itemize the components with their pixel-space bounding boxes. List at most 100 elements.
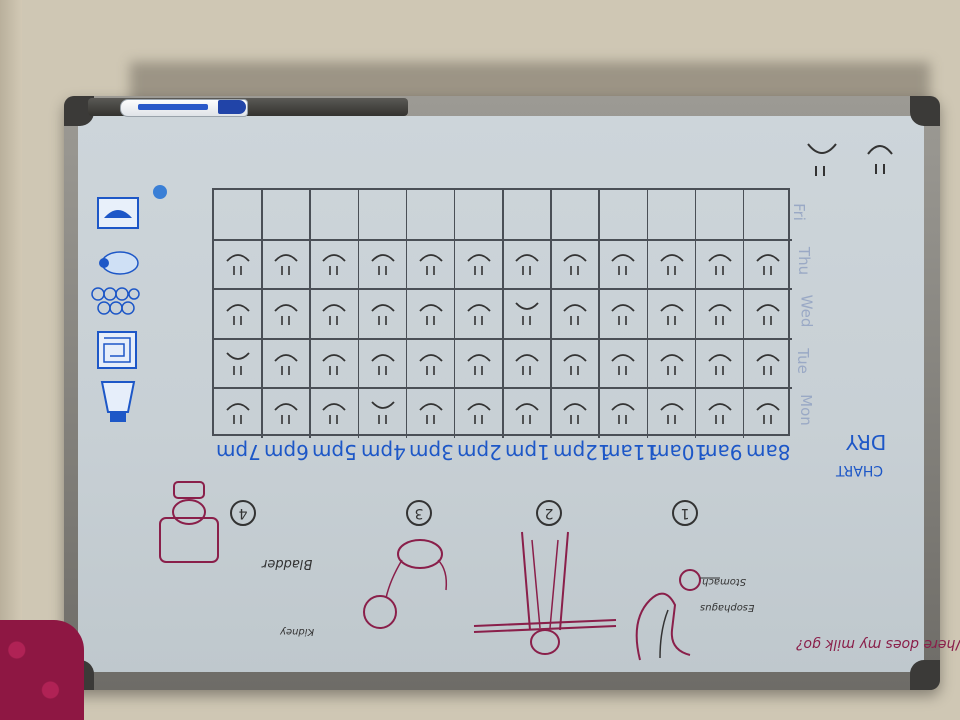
grid-column-line <box>550 190 552 438</box>
chart-cell-smile-face <box>705 301 735 327</box>
chart-cell-smile-face <box>416 400 446 426</box>
chart-cell-smile-face <box>464 301 494 327</box>
chart-cell-smile-face <box>223 301 253 327</box>
grid-row-line <box>214 288 792 291</box>
grid-column-line <box>309 190 311 438</box>
car-sticker-icon <box>97 197 139 229</box>
dry-chart-grid <box>212 188 792 438</box>
chart-cell-smile-face <box>271 251 301 277</box>
stomach-label: Stomach <box>702 576 747 587</box>
chart-cell-smile-face <box>657 400 687 426</box>
chart-cell-frown-face <box>223 351 253 377</box>
hour-label: 5pm <box>312 440 358 464</box>
chart-cell-smile-face <box>512 400 542 426</box>
hour-label: 2pm <box>456 440 502 464</box>
chart-cell-smile-face <box>368 251 398 277</box>
frame-corner <box>910 96 940 126</box>
question-text: Where does my milk go? <box>796 636 960 652</box>
grid-column-line <box>742 190 745 438</box>
chart-cell-smile-face <box>319 251 349 277</box>
day-label: Thu <box>795 247 814 276</box>
chart-cell-smile-face <box>271 400 301 426</box>
kidney-label: Kidney <box>280 626 315 637</box>
pink-cloth <box>0 620 84 720</box>
hour-label: 1pm <box>505 440 550 464</box>
day-label: Mon <box>796 394 815 427</box>
chart-cell-smile-face <box>223 400 253 426</box>
hour-label: 12pm <box>553 440 611 464</box>
marker-cap <box>218 100 246 114</box>
grid-column-line <box>261 190 263 438</box>
chart-cell-smile-face <box>319 301 349 327</box>
chart-cell-smile-face <box>753 251 783 277</box>
chart-cell-frown-face <box>512 301 542 327</box>
chart-cell-smile-face <box>416 301 446 327</box>
chart-cell-smile-face <box>705 251 735 277</box>
chart-cell-smile-face <box>319 400 349 426</box>
chart-cell-smile-face <box>608 251 638 277</box>
chart-cell-smile-face <box>657 301 687 327</box>
grid-column-line <box>694 190 697 438</box>
chart-cell-smile-face <box>753 351 783 377</box>
honeycomb-sticker-icon <box>91 287 140 315</box>
chart-cell-smile-face <box>464 400 494 426</box>
step-number-4: 4 <box>230 500 256 526</box>
kidney-bladder-drawing <box>363 539 448 629</box>
frame-corner <box>910 660 940 690</box>
hour-label: 3pm <box>408 440 454 464</box>
chart-title-line-2: CHART <box>836 462 884 478</box>
chart-cell-smile-face <box>560 351 590 377</box>
cup-sticker-icon <box>100 381 136 422</box>
legend-smile-face <box>867 145 893 174</box>
maze-sticker-icon <box>97 331 137 369</box>
chart-cell-frown-face <box>368 400 398 426</box>
chart-cell-smile-face <box>368 301 398 327</box>
day-label: Wed <box>797 294 816 328</box>
chart-cell-smile-face <box>271 351 301 377</box>
chart-cell-smile-face <box>368 351 398 377</box>
grid-column-line <box>598 190 600 438</box>
small-round-sticker-icon <box>153 185 167 199</box>
hour-label: 4pm <box>360 440 406 464</box>
step-number-1: 1 <box>672 500 698 526</box>
grid-column-line <box>646 190 648 438</box>
grid-row-line <box>214 238 792 241</box>
grid-column-line <box>357 190 359 438</box>
chart-cell-smile-face <box>416 351 446 377</box>
chart-cell-smile-face <box>753 301 783 327</box>
chart-title-line-1: DRY <box>846 430 887 454</box>
chart-cell-smile-face <box>657 351 687 377</box>
chart-cell-smile-face <box>608 301 638 327</box>
wall-edge <box>0 0 22 720</box>
chart-cell-smile-face <box>608 351 638 377</box>
chart-cell-smile-face <box>560 400 590 426</box>
marker-label-stripe <box>138 104 208 110</box>
grid-row-line <box>214 337 792 340</box>
chart-cell-smile-face <box>319 351 349 377</box>
hour-label: 8am <box>745 440 791 464</box>
chart-cell-smile-face <box>705 400 735 426</box>
grid-column-line <box>453 190 456 438</box>
hour-label: 6pm <box>264 440 310 464</box>
chart-cell-smile-face <box>560 251 590 277</box>
day-label: Tue <box>793 347 812 374</box>
chart-cell-smile-face <box>560 301 590 327</box>
day-label: Fri <box>789 202 808 221</box>
baby-body-drawing <box>473 531 617 655</box>
chart-cell-smile-face <box>223 251 253 277</box>
chart-cell-smile-face <box>271 301 301 327</box>
potty-drawing <box>159 481 219 563</box>
chart-cell-smile-face <box>416 251 446 277</box>
legend-frown-face <box>807 143 837 176</box>
chart-cell-smile-face <box>512 251 542 277</box>
grid-row-line <box>214 387 792 390</box>
chart-cell-smile-face <box>608 400 638 426</box>
bladder-label: Bladder <box>262 556 313 571</box>
hour-label: 7pm <box>216 440 261 464</box>
chart-cell-smile-face <box>464 251 494 277</box>
chart-cell-smile-face <box>705 351 735 377</box>
chart-cell-smile-face <box>464 351 494 377</box>
esophagus-label: Esophagus <box>700 602 755 613</box>
chart-cell-smile-face <box>512 351 542 377</box>
chart-cell-smile-face <box>753 400 783 426</box>
